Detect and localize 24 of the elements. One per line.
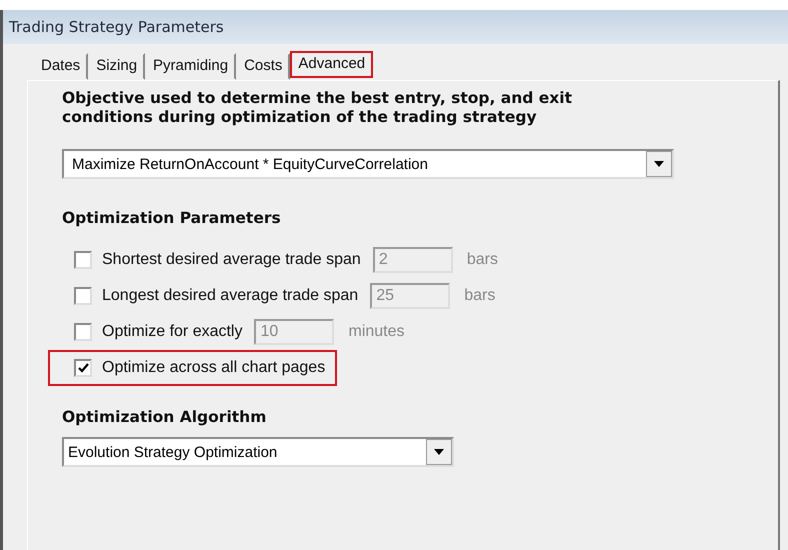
caret-icon — [654, 161, 664, 167]
section-heading: Optimization Algorithm — [62, 408, 268, 427]
checkbox-label: Longest desired average trade span — [102, 287, 358, 305]
checkmark-icon — [78, 363, 88, 373]
tab[interactable]: Pyramiding — [145, 53, 236, 80]
objective-dropdown[interactable]: Maximize ReturnOnAccount * EquityCurveCorrelation — [62, 149, 674, 179]
unit-label: bars — [466, 251, 498, 269]
tab[interactable]: Sizing — [88, 53, 146, 80]
section-heading: Optimization Parameters — [62, 209, 282, 228]
checkbox-label: Optimize for exactly — [102, 323, 242, 341]
tab[interactable]: Dates — [33, 53, 88, 80]
checkbox-label: Optimize across all chart pages — [102, 359, 326, 377]
checkbox[interactable] — [74, 359, 92, 377]
section-heading: Objective used to determine the best entry, stop, and exit conditions during optimization of the trading strategy — [62, 89, 573, 127]
checkbox[interactable] — [74, 251, 92, 269]
tab[interactable]: Advanced — [290, 51, 374, 78]
checkbox[interactable] — [74, 287, 92, 305]
window-title: Trading Strategy Parameters — [3, 10, 788, 44]
unit-label: bars — [464, 287, 496, 305]
algorithm-dropdown[interactable]: Evolution Strategy Optimization — [62, 437, 454, 467]
checkbox-label: Shortest desired average trade span — [102, 251, 361, 269]
unit-label: minutes — [348, 323, 405, 341]
caret-icon — [434, 449, 444, 455]
checkbox[interactable] — [74, 323, 92, 341]
